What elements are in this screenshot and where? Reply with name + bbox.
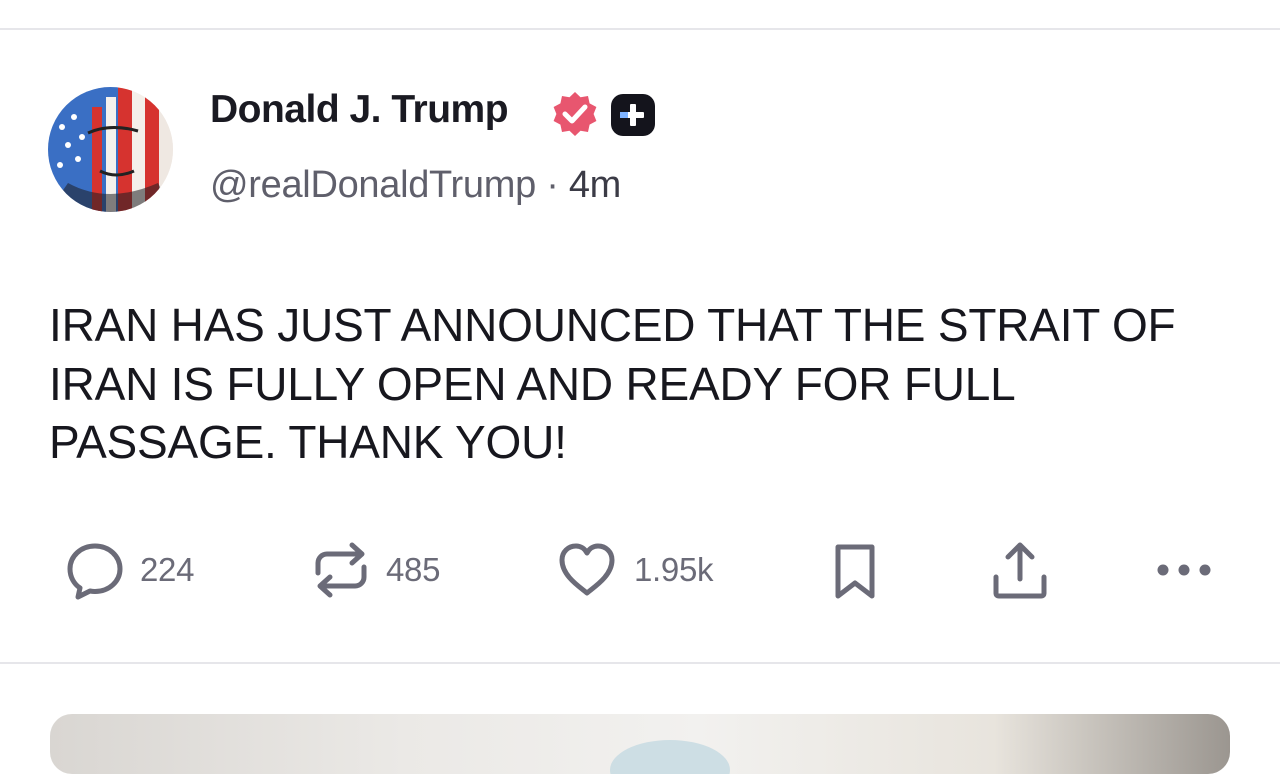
repost-button[interactable]: 485: [312, 538, 440, 602]
verified-badge-icon: [553, 92, 597, 136]
avatar[interactable]: [48, 87, 173, 212]
reply-icon: [67, 543, 123, 600]
bottom-divider: [0, 662, 1280, 664]
bookmark-icon: [835, 544, 875, 599]
author-handle-line: @realDonaldTrump · 4m: [210, 164, 621, 207]
media-preview-shape: [610, 740, 730, 774]
share-icon: [993, 542, 1047, 599]
reply-count: 224: [140, 551, 195, 588]
like-count: 1.95k: [634, 551, 714, 588]
more-options-button[interactable]: [1154, 538, 1214, 602]
repost-icon: [315, 542, 367, 598]
like-button[interactable]: 1.95k: [556, 538, 714, 602]
separator-dot: ·: [546, 164, 559, 206]
author-display-name[interactable]: Donald J. Trump: [210, 88, 509, 132]
top-divider: [0, 28, 1280, 30]
next-post-media-preview[interactable]: [50, 714, 1230, 774]
avatar-image: [48, 87, 173, 212]
like-icon: [559, 543, 615, 596]
post-timestamp[interactable]: 4m: [569, 164, 622, 206]
more-icon: [1157, 564, 1211, 576]
post-body-text: IRAN HAS JUST ANNOUNCED THAT THE STRAIT …: [49, 299, 1176, 468]
bookmark-button[interactable]: [830, 538, 880, 602]
author-handle[interactable]: @realDonaldTrump: [210, 164, 536, 206]
reply-button[interactable]: 224: [66, 538, 194, 602]
plus-badge-icon: [611, 94, 655, 136]
share-button[interactable]: [990, 538, 1050, 602]
repost-count: 485: [386, 551, 441, 588]
